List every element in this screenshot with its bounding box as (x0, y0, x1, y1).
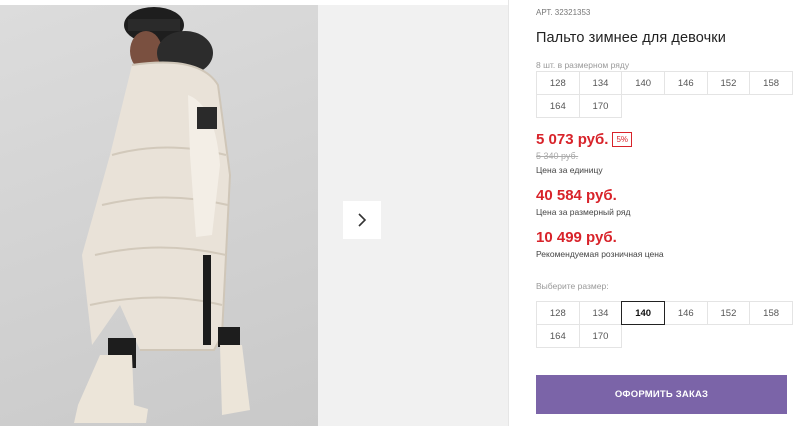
pack-size-cell: 146 (663, 71, 708, 95)
chevron-right-icon (358, 213, 367, 227)
sku-value: 32321353 (554, 8, 591, 17)
size-select-caption: Выберите размер: (536, 281, 609, 291)
retail-price-label: Рекомендуемая розничная цена (536, 249, 664, 259)
discount-badge: 5% (612, 132, 633, 147)
size-option[interactable]: 134 (578, 301, 623, 325)
panel-divider (508, 0, 509, 426)
pack-size-cell: 152 (706, 71, 751, 95)
size-option[interactable]: 152 (706, 301, 751, 325)
size-option-selected[interactable]: 140 (621, 301, 665, 325)
pack-size-cell: 128 (536, 71, 580, 95)
pack-price-label: Цена за размерный ряд (536, 207, 631, 217)
pack-caption: 8 шт. в размерном ряду (536, 60, 630, 70)
pack-size-cell: 164 (536, 94, 580, 118)
pack-size-cell: 134 (578, 71, 623, 95)
retail-price: 10 499 руб. (536, 229, 617, 246)
unit-price-label: Цена за единицу (536, 165, 603, 175)
size-option[interactable]: 158 (749, 301, 793, 325)
product-gallery (0, 5, 508, 426)
pack-size-grid: 128 134 140 146 152 158 164 170 (536, 71, 793, 118)
product-photo (0, 5, 318, 426)
pack-size-cell: 158 (749, 71, 793, 95)
product-sku: АРТ. 32321353 (536, 8, 590, 17)
gallery-next-button[interactable] (343, 201, 381, 239)
size-option[interactable]: 146 (663, 301, 708, 325)
unit-price: 5 073 руб. (536, 131, 609, 148)
place-order-button[interactable]: ОФОРМИТЬ ЗАКАЗ (536, 375, 787, 414)
size-select-grid: 128 134 140 146 152 158 164 170 (536, 301, 793, 348)
pack-price: 40 584 руб. (536, 187, 617, 204)
pack-size-cell: 170 (578, 94, 623, 118)
size-option[interactable]: 170 (578, 324, 623, 348)
size-option[interactable]: 164 (536, 324, 580, 348)
pack-size-cell: 140 (621, 71, 665, 95)
size-option[interactable]: 128 (536, 301, 580, 325)
unit-price-row: 5 073 руб. 5% (536, 131, 633, 149)
product-title: Пальто зимнее для девочки (536, 30, 726, 46)
sku-label: АРТ. (536, 8, 553, 17)
old-price: 5 340 руб. (536, 151, 579, 161)
